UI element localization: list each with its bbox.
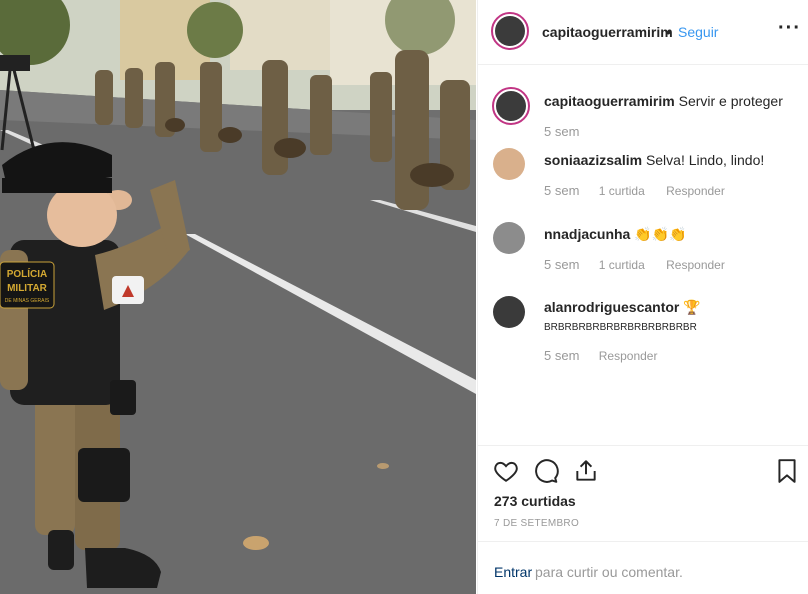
caption-time[interactable]: 5 sem xyxy=(544,124,579,139)
comment-text: 👏👏👏 xyxy=(634,226,687,242)
comment-likes-link[interactable]: 1 curtida xyxy=(599,184,645,198)
commenter-avatar[interactable] xyxy=(493,222,525,254)
comment-time[interactable]: 5 sem xyxy=(544,257,579,272)
profile-picture xyxy=(496,91,526,121)
add-comment-bar: Entrar para curtir ou comentar. xyxy=(478,541,808,592)
post-photo[interactable]: POLÍCIA MILITAR DE MINAS GERAIS xyxy=(0,0,476,594)
comment-time[interactable]: 5 sem xyxy=(544,348,579,363)
comment-time[interactable]: 5 sem xyxy=(544,183,579,198)
patch-text-line3: DE MINAS GERAIS xyxy=(5,298,50,304)
comment-meta: 5 sem 1 curtida Responder xyxy=(544,183,743,198)
post-actions: 273 curtidas 7 DE SETEMBRO Entrar para c… xyxy=(478,445,808,586)
comment-item: alanrodriguescantor 🏆 BRBRBRBRBRBRBRBRBR… xyxy=(493,296,798,366)
comment-body: soniaazizsalim Selva! Lindo, lindo! xyxy=(544,151,794,169)
comment-username[interactable]: soniaazizsalim xyxy=(544,152,642,168)
caption-avatar[interactable] xyxy=(492,87,530,125)
photo-illustration: POLÍCIA MILITAR DE MINAS GERAIS xyxy=(0,0,476,594)
comment-body: alanrodriguescantor 🏆 BRBRBRBRBRBRBRBRBR… xyxy=(544,298,794,337)
reply-button[interactable]: Responder xyxy=(666,258,725,272)
comment-likes-link[interactable]: 1 curtida xyxy=(599,258,645,272)
comment-meta: 5 sem 1 curtida Responder xyxy=(544,257,743,272)
login-link[interactable]: Entrar xyxy=(494,564,532,580)
post-side-panel: capitaoguerramirim • Seguir ··· capitaog… xyxy=(477,0,808,594)
header-avatar[interactable] xyxy=(491,12,529,50)
comment-item: soniaazizsalim Selva! Lindo, lindo! 5 se… xyxy=(493,148,798,208)
patch-text-line2: MILITAR xyxy=(7,283,48,294)
caption-meta: 5 sem xyxy=(544,124,595,139)
comment-item: nnadjacunha 👏👏👏 5 sem 1 curtida Responde… xyxy=(493,222,798,282)
heart-icon[interactable] xyxy=(493,458,519,484)
comment-body: nnadjacunha 👏👏👏 xyxy=(544,225,794,243)
comment-meta: 5 sem Responder xyxy=(544,348,675,363)
header-username[interactable]: capitaoguerramirim xyxy=(542,24,673,40)
header-separator: • xyxy=(666,24,671,40)
profile-picture xyxy=(495,16,525,46)
caption: capitaoguerramirim Servir e proteger 5 s… xyxy=(492,87,798,147)
reply-button[interactable]: Responder xyxy=(599,349,658,363)
reply-button[interactable]: Responder xyxy=(666,184,725,198)
post-header: capitaoguerramirim • Seguir ··· xyxy=(478,0,808,65)
comment-username[interactable]: alanrodriguescantor xyxy=(544,299,679,315)
add-comment-prompt: para curtir ou comentar. xyxy=(535,564,683,580)
caption-body: capitaoguerramirim Servir e proteger xyxy=(544,92,794,110)
commenter-avatar[interactable] xyxy=(493,296,525,328)
caption-text: Servir e proteger xyxy=(678,93,783,109)
comment-text: Selva! Lindo, lindo! xyxy=(645,152,765,168)
comment-text: BRBRBRBRBRBRBRBRBRBRBR xyxy=(544,322,697,333)
caption-username[interactable]: capitaoguerramirim xyxy=(544,93,675,109)
comment-username[interactable]: nnadjacunha xyxy=(544,226,630,242)
commenter-avatar[interactable] xyxy=(493,148,525,180)
share-icon[interactable] xyxy=(573,458,599,484)
comment-icon[interactable] xyxy=(533,458,559,484)
post-date[interactable]: 7 DE SETEMBRO xyxy=(494,518,579,529)
bookmark-icon[interactable] xyxy=(774,458,800,484)
trophy-icon: 🏆 xyxy=(683,299,701,315)
patch-text-line1: POLÍCIA xyxy=(7,267,48,280)
follow-button[interactable]: Seguir xyxy=(678,24,718,40)
likes-count[interactable]: 273 curtidas xyxy=(494,493,576,509)
more-options-icon[interactable]: ··· xyxy=(778,17,801,40)
